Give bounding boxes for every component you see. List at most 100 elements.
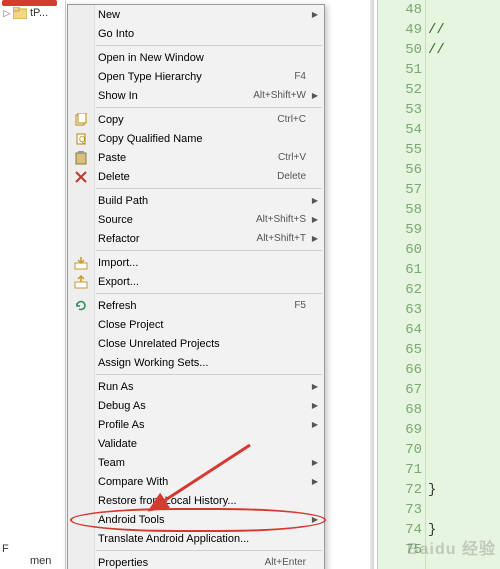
menu-item-open-type-hierarchy[interactable]: Open Type HierarchyF4 xyxy=(68,67,324,86)
menu-item-run-as[interactable]: Run As▶ xyxy=(68,377,324,396)
tree-item[interactable]: ▷ tP... xyxy=(0,5,65,21)
line-number: 50 xyxy=(378,42,428,58)
editor-line[interactable]: 65 xyxy=(378,340,500,360)
menu-item-label: Assign Working Sets... xyxy=(98,357,306,369)
editor-line[interactable]: 68 xyxy=(378,400,500,420)
menu-item-delete[interactable]: DeleteDelete xyxy=(68,167,324,186)
menu-item-properties[interactable]: PropertiesAlt+Enter xyxy=(68,553,324,569)
line-number: 63 xyxy=(378,302,428,318)
submenu-arrow-icon: ▶ xyxy=(312,10,318,19)
menu-item-refresh[interactable]: RefreshF5 xyxy=(68,296,324,315)
menu-item-paste[interactable]: PasteCtrl+V xyxy=(68,148,324,167)
editor-line[interactable]: 55 xyxy=(378,140,500,160)
menu-item-debug-as[interactable]: Debug As▶ xyxy=(68,396,324,415)
submenu-arrow-icon: ▶ xyxy=(312,401,318,410)
status-fragment-1: F xyxy=(2,543,9,555)
submenu-arrow-icon: ▶ xyxy=(312,477,318,486)
menu-item-source[interactable]: SourceAlt+Shift+S▶ xyxy=(68,210,324,229)
menu-item-label: Android Tools xyxy=(98,514,306,526)
code-editor[interactable]: 4849//50//515253545556575859606162636465… xyxy=(377,0,500,569)
editor-line[interactable]: 63 xyxy=(378,300,500,320)
editor-line[interactable]: 71 xyxy=(378,460,500,480)
editor-line[interactable]: 69 xyxy=(378,420,500,440)
menu-item-export[interactable]: Export... xyxy=(68,272,324,291)
menu-item-label: Close Unrelated Projects xyxy=(98,338,306,350)
menu-item-assign-working-sets[interactable]: Assign Working Sets... xyxy=(68,353,324,372)
menu-item-build-path[interactable]: Build Path▶ xyxy=(68,191,324,210)
menu-separator xyxy=(96,250,322,251)
submenu-arrow-icon: ▶ xyxy=(312,91,318,100)
menu-item-accel: Ctrl+C xyxy=(269,114,306,125)
editor-line[interactable]: 73 xyxy=(378,500,500,520)
line-number: 61 xyxy=(378,262,428,278)
refresh-icon xyxy=(73,298,89,314)
editor-line[interactable]: 57 xyxy=(378,180,500,200)
editor-line[interactable]: 49// xyxy=(378,20,500,40)
editor-line[interactable]: 70 xyxy=(378,440,500,460)
line-number: 68 xyxy=(378,402,428,418)
editor-line[interactable]: 64 xyxy=(378,320,500,340)
menu-separator xyxy=(96,293,322,294)
editor-line[interactable]: 74} xyxy=(378,520,500,540)
line-number: 72 xyxy=(378,482,428,498)
menu-item-label: Copy Qualified Name xyxy=(98,133,306,145)
editor-line[interactable]: 72 } xyxy=(378,480,500,500)
editor-line[interactable]: 75 xyxy=(378,540,500,560)
editor-line[interactable]: 67 xyxy=(378,380,500,400)
export-icon xyxy=(73,274,89,290)
menu-item-show-in[interactable]: Show InAlt+Shift+W▶ xyxy=(68,86,324,105)
line-number: 60 xyxy=(378,242,428,258)
menu-item-accel: F5 xyxy=(286,300,306,311)
editor-line[interactable]: 56 xyxy=(378,160,500,180)
line-number: 71 xyxy=(378,462,428,478)
menu-item-translate-android-application[interactable]: Translate Android Application... xyxy=(68,529,324,548)
sash-divider[interactable] xyxy=(370,0,374,569)
menu-item-close-unrelated-projects[interactable]: Close Unrelated Projects xyxy=(68,334,324,353)
editor-line[interactable]: 59 xyxy=(378,220,500,240)
editor-line[interactable]: 53 xyxy=(378,100,500,120)
menu-item-accel: Alt+Shift+T xyxy=(249,233,306,244)
menu-item-profile-as[interactable]: Profile As▶ xyxy=(68,415,324,434)
project-folder-icon xyxy=(12,5,28,21)
menu-item-accel: Delete xyxy=(269,171,306,182)
editor-line[interactable]: 52 xyxy=(378,80,500,100)
project-explorer[interactable]: ▷ tP... xyxy=(0,0,66,569)
menu-item-label: Profile As xyxy=(98,419,306,431)
tree-expand-icon[interactable]: ▷ xyxy=(2,8,12,18)
editor-line[interactable]: 58 xyxy=(378,200,500,220)
status-fragment-2: men xyxy=(30,555,51,567)
line-number: 66 xyxy=(378,362,428,378)
menu-item-open-in-new-window[interactable]: Open in New Window xyxy=(68,48,324,67)
line-text: // xyxy=(428,22,445,38)
editor-line[interactable]: 51 xyxy=(378,60,500,80)
editor-line[interactable]: 61 xyxy=(378,260,500,280)
editor-line[interactable]: 62 xyxy=(378,280,500,300)
menu-item-label: Refactor xyxy=(98,233,249,245)
menu-item-refactor[interactable]: RefactorAlt+Shift+T▶ xyxy=(68,229,324,248)
menu-item-restore-from-local-history[interactable]: Restore from Local History... xyxy=(68,491,324,510)
menu-item-compare-with[interactable]: Compare With▶ xyxy=(68,472,324,491)
editor-line[interactable]: 66 xyxy=(378,360,500,380)
menu-item-label: New xyxy=(98,9,306,21)
menu-item-label: Paste xyxy=(98,152,270,164)
menu-item-label: Run As xyxy=(98,381,306,393)
menu-item-validate[interactable]: Validate xyxy=(68,434,324,453)
menu-item-copy[interactable]: CopyCtrl+C xyxy=(68,110,324,129)
menu-item-accel: Alt+Shift+S xyxy=(248,214,306,225)
menu-item-android-tools[interactable]: Android Tools▶ xyxy=(68,510,324,529)
menu-item-copy-qualified-name[interactable]: QCopy Qualified Name xyxy=(68,129,324,148)
menu-item-close-project[interactable]: Close Project xyxy=(68,315,324,334)
editor-gutter: 4849//50//515253545556575859606162636465… xyxy=(378,0,500,560)
menu-item-import[interactable]: Import... xyxy=(68,253,324,272)
line-number: 65 xyxy=(378,342,428,358)
menu-item-go-into[interactable]: Go Into xyxy=(68,24,324,43)
editor-blank-area xyxy=(324,0,374,569)
menu-item-label: Export... xyxy=(98,276,306,288)
editor-line[interactable]: 50// xyxy=(378,40,500,60)
editor-line[interactable]: 54 xyxy=(378,120,500,140)
menu-item-team[interactable]: Team▶ xyxy=(68,453,324,472)
editor-line[interactable]: 48 xyxy=(378,0,500,20)
menu-item-new[interactable]: New ▶ xyxy=(68,5,324,24)
line-number: 73 xyxy=(378,502,428,518)
editor-line[interactable]: 60 xyxy=(378,240,500,260)
